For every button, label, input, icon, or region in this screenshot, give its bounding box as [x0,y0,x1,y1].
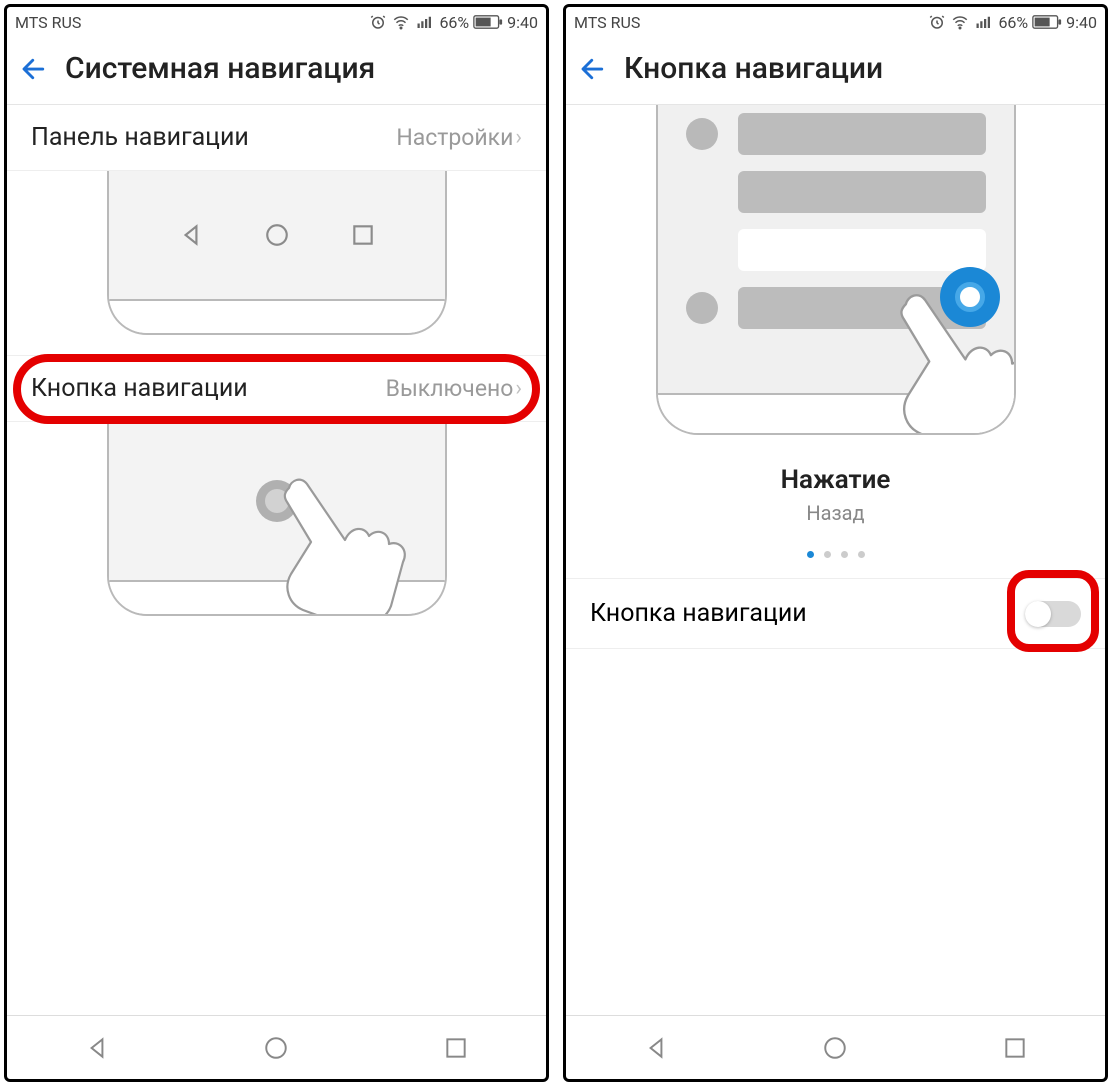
nav-button-toggle-row[interactable]: Кнопка навигации [566,578,1105,649]
nav-button-preview [7,422,546,636]
status-right: 66% 9:40 [928,13,1097,32]
page-title: Кнопка навигации [624,51,883,86]
status-right: 66% 9:40 [369,13,538,32]
status-bar: MTS RUS 66% 9:40 [566,7,1105,37]
home-circle-icon [264,222,290,248]
preview-phone-mockup [107,171,447,335]
preview-screen-2 [109,422,445,582]
nav-recent-icon[interactable] [443,1035,469,1061]
preview-screen [658,105,1014,395]
preview-screen [109,171,445,301]
page-indicator [566,531,1105,578]
screen1-header: Системная навигация [7,37,546,105]
nav-panel-label: Панель навигации [31,123,249,152]
system-nav-bar [7,1015,546,1079]
mock-bar [738,171,986,213]
mock-bar-light [738,229,986,271]
nav-button-section: Кнопка навигации Выключено › [7,356,546,422]
nav-recent-icon[interactable] [1002,1035,1028,1061]
battery-percent: 66% [998,13,1028,32]
mock-row-2 [686,171,986,213]
mock-row-3 [686,229,986,271]
gesture-caption: Нажатие Назад [566,435,1105,531]
nav-home-icon[interactable] [263,1035,289,1061]
preview-phone-mockup [656,105,1016,435]
hand-illustration [109,422,445,580]
mock-dot [686,118,718,150]
wifi-icon [950,13,970,31]
phone-screen-2: MTS RUS 66% 9:40 Кнопка навигации [563,4,1108,1082]
caption-title: Нажатие [566,465,1105,495]
carrier-label: MTS RUS [15,13,81,32]
nav-button-row[interactable]: Кнопка навигации Выключено › [7,356,546,422]
nav-panel-value: Настройки › [396,124,522,151]
battery-percent: 66% [439,13,469,32]
hand-icon [874,285,1016,435]
back-icon[interactable] [19,54,49,84]
page-dot-2 [824,551,831,558]
nav-panel-preview [7,171,546,356]
screen2-header: Кнопка навигации [566,37,1105,105]
preview-chin [109,301,445,333]
toggle-label: Кнопка навигации [590,599,807,628]
chevron-right-icon: › [515,376,522,401]
system-nav-bar [566,1015,1105,1079]
toggle-section: Кнопка навигации [566,578,1105,649]
time-label: 9:40 [507,13,538,32]
nav-button-label: Кнопка навигации [31,374,248,403]
recent-square-icon [350,222,376,248]
back-triangle-icon [178,222,204,248]
alarm-icon [928,13,946,31]
mock-row-1 [686,113,986,155]
mock-bar [738,113,986,155]
spacer [566,649,1105,1015]
mock-dot [686,292,718,324]
status-bar: MTS RUS 66% 9:40 [7,7,546,37]
back-icon[interactable] [578,54,608,84]
nav-home-icon[interactable] [822,1035,848,1061]
signal-icon [415,13,435,31]
caption-subtitle: Назад [566,501,1105,525]
page-dot-4 [858,551,865,558]
page-dot-3 [841,551,848,558]
page-title: Системная навигация [65,51,375,86]
toggle-thumb [1025,601,1051,627]
toggle-switch[interactable] [1025,601,1081,627]
carrier-label: MTS RUS [574,13,640,32]
page-dot-1 [807,551,814,558]
nav-panel-row[interactable]: Панель навигации Настройки › [7,105,546,171]
nav-back-icon[interactable] [84,1035,110,1061]
battery-icon [1032,14,1062,30]
nav-back-icon[interactable] [643,1035,669,1061]
preview-phone-mockup-2 [107,422,447,616]
hand-icon [269,470,409,616]
alarm-icon [369,13,387,31]
battery-icon [473,14,503,30]
time-label: 9:40 [1066,13,1097,32]
chevron-right-icon: › [515,125,522,150]
signal-icon [974,13,994,31]
phone-screen-1: MTS RUS 66% 9:40 Системная навигация Пан… [4,4,549,1082]
nav-button-value: Выключено › [386,375,522,402]
spacer [7,636,546,1015]
gesture-preview [566,105,1105,435]
wifi-icon [391,13,411,31]
